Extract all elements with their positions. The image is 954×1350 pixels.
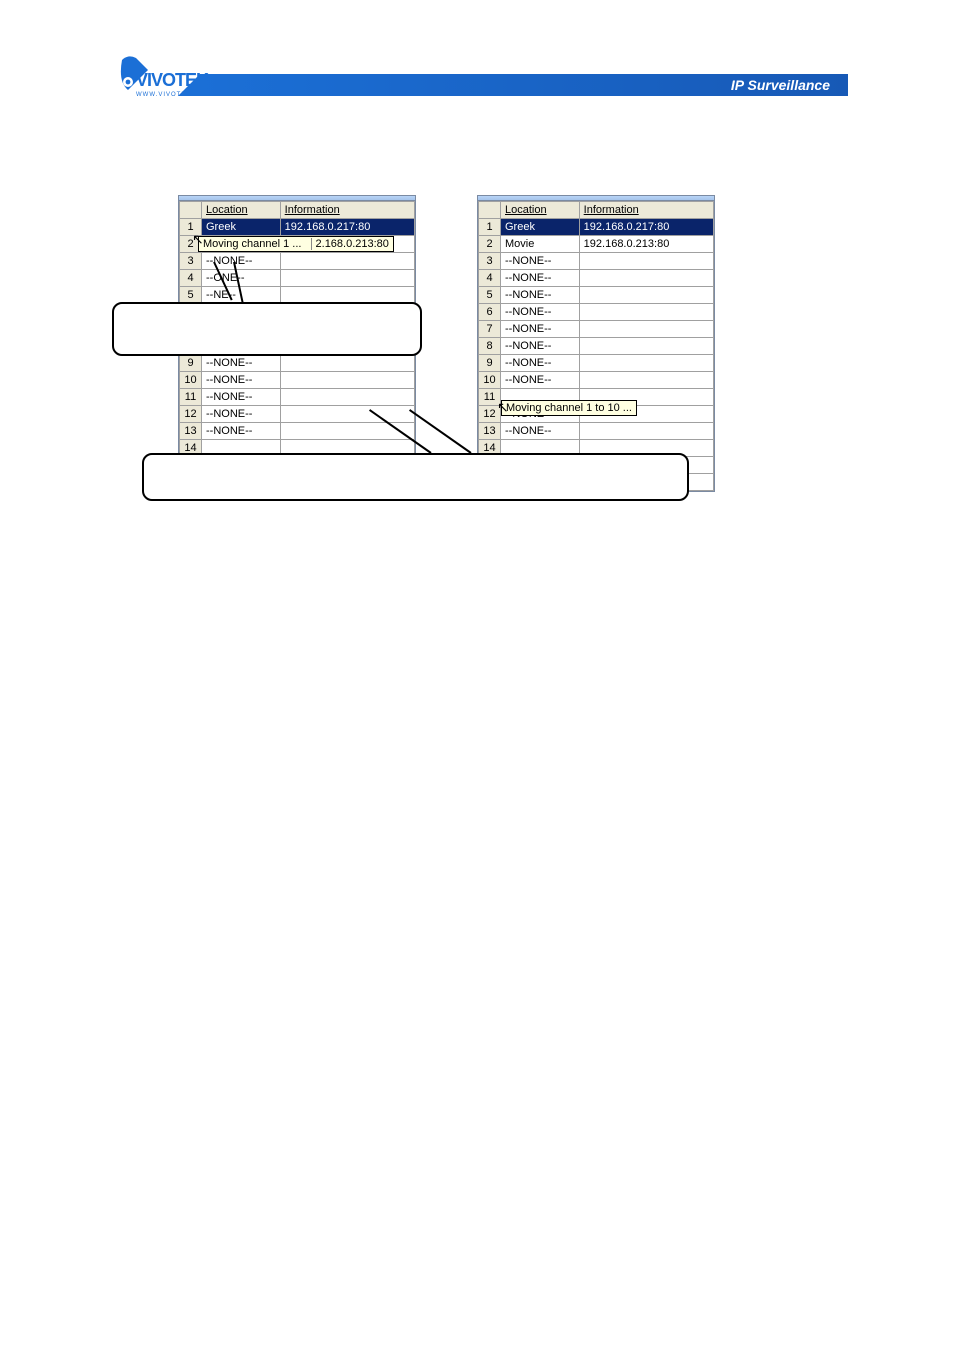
cell-location: --NONE--: [501, 287, 580, 304]
table-row[interactable]: 9--NONE--: [479, 355, 714, 372]
row-number: 11: [180, 389, 202, 406]
col-location[interactable]: Location: [501, 202, 580, 219]
cell-information: [280, 355, 414, 372]
col-num[interactable]: [180, 202, 202, 219]
cell-information: [579, 372, 713, 389]
cell-information: 192.168.0.217:80: [280, 219, 414, 236]
cell-location: Greek: [202, 219, 281, 236]
table-row[interactable]: 5--NE--: [180, 287, 415, 304]
table-row[interactable]: 1Greek192.168.0.217:80: [479, 219, 714, 236]
row-number: 10: [180, 372, 202, 389]
cell-information: [280, 406, 414, 423]
cell-location: --NONE--: [202, 406, 281, 423]
cell-location: --NONE--: [501, 338, 580, 355]
table-row[interactable]: 3--NONE--: [479, 253, 714, 270]
banner-tagline: IP Surveillance: [200, 74, 848, 96]
row-number: 9: [479, 355, 501, 372]
cell-information: [280, 389, 414, 406]
row-number: 13: [479, 423, 501, 440]
cell-information: [579, 338, 713, 355]
cell-location: Greek: [501, 219, 580, 236]
table-row[interactable]: 4--NONE--: [479, 270, 714, 287]
cell-information: 192.168.0.217:80: [579, 219, 713, 236]
cell-location: --NONE--: [501, 321, 580, 338]
table-row[interactable]: 11--NONE--: [180, 389, 415, 406]
table-row[interactable]: 2Movie192.168.0.213:80: [479, 236, 714, 253]
channel-grid[interactable]: Location Information 1Greek192.168.0.217…: [478, 201, 714, 491]
row-number: 6: [479, 304, 501, 321]
cell-location: --NONE--: [202, 355, 281, 372]
cell-location: --NONE--: [501, 253, 580, 270]
row-number: 1: [180, 219, 202, 236]
table-row[interactable]: 5--NONE--: [479, 287, 714, 304]
annotation-callout: [112, 302, 422, 356]
drag-tooltip: Moving channel 1 ... 2.168.0.213:80: [198, 236, 394, 252]
table-row[interactable]: 4--ONE--: [180, 270, 415, 287]
row-number: 4: [180, 270, 202, 287]
cell-information: [280, 372, 414, 389]
row-number: 11: [479, 389, 501, 406]
col-location[interactable]: Location: [202, 202, 281, 219]
row-number: 2: [479, 236, 501, 253]
row-number: 3: [479, 253, 501, 270]
table-row[interactable]: 10--NONE--: [479, 372, 714, 389]
table-row[interactable]: 8--NONE--: [479, 338, 714, 355]
cell-location: --NONE--: [501, 355, 580, 372]
table-row[interactable]: 9--NONE--: [180, 355, 415, 372]
cell-information: 192.168.0.213:80: [579, 236, 713, 253]
cell-location: --NONE--: [202, 389, 281, 406]
header-banner: VIVOTEK WWW.VIVOTEK.COM IP Surveillance: [0, 38, 954, 98]
table-header-row: Location Information: [180, 202, 415, 219]
cell-information: [579, 355, 713, 372]
cell-information: [280, 253, 414, 270]
cell-location: --NONE--: [202, 372, 281, 389]
cell-information: [280, 423, 414, 440]
cell-location: --NONE--: [501, 423, 580, 440]
row-number: 13: [180, 423, 202, 440]
cell-information: [579, 423, 713, 440]
row-number: 12: [479, 406, 501, 423]
table-row[interactable]: 1Greek192.168.0.217:80: [180, 219, 415, 236]
cell-location: --NONE--: [501, 270, 580, 287]
tooltip-partial-info: 2.168.0.213:80: [311, 238, 389, 250]
row-number: 3: [180, 253, 202, 270]
row-number: 7: [479, 321, 501, 338]
cell-location: --ONE--: [202, 270, 281, 287]
table-row[interactable]: 13--NONE--: [180, 423, 415, 440]
annotation-callout: [142, 453, 689, 501]
connector-line: [409, 409, 472, 454]
row-number: 8: [479, 338, 501, 355]
row-number: 4: [479, 270, 501, 287]
cell-information: [579, 287, 713, 304]
table-row[interactable]: 12--NONE--: [180, 406, 415, 423]
row-number: 5: [180, 287, 202, 304]
row-number: 9: [180, 355, 202, 372]
row-number: 10: [479, 372, 501, 389]
row-number: 1: [479, 219, 501, 236]
table-header-row: Location Information: [479, 202, 714, 219]
row-number: 5: [479, 287, 501, 304]
row-number: 12: [180, 406, 202, 423]
drag-tooltip: Moving channel 1 to 10 ...: [501, 400, 637, 416]
col-information[interactable]: Information: [280, 202, 414, 219]
col-information[interactable]: Information: [579, 202, 713, 219]
table-row[interactable]: 13--NONE--: [479, 423, 714, 440]
cell-information: [579, 253, 713, 270]
channel-table-right: Location Information 1Greek192.168.0.217…: [477, 195, 715, 492]
cell-location: Movie: [501, 236, 580, 253]
cell-information: [579, 270, 713, 287]
col-num[interactable]: [479, 202, 501, 219]
tooltip-text: Moving channel 1 ...: [203, 238, 301, 250]
table-row[interactable]: 7--NONE--: [479, 321, 714, 338]
cell-information: [579, 321, 713, 338]
cell-location: --NONE--: [501, 304, 580, 321]
cell-information: [579, 304, 713, 321]
cell-location: --NONE--: [202, 423, 281, 440]
table-row[interactable]: 6--NONE--: [479, 304, 714, 321]
cell-information: [280, 287, 414, 304]
cell-information: [280, 270, 414, 287]
cell-location: --NONE--: [501, 372, 580, 389]
table-row[interactable]: 10--NONE--: [180, 372, 415, 389]
